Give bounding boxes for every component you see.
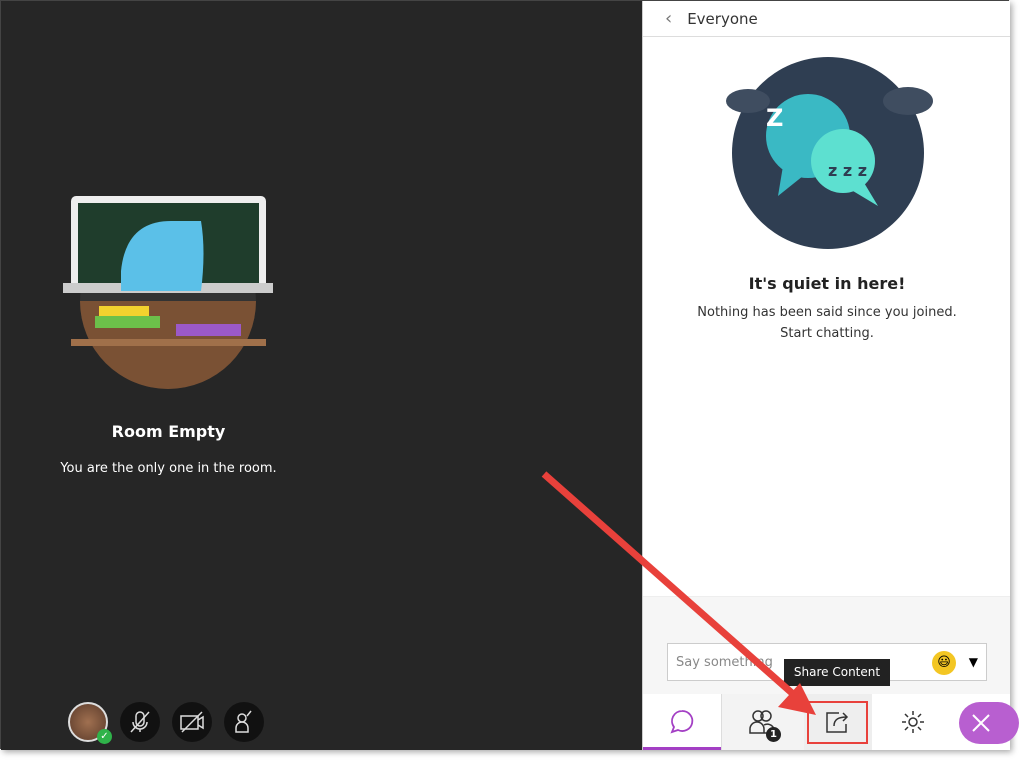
annotation-arrow [541, 471, 816, 715]
app-window: Room Empty You are the only one in the r… [0, 0, 1019, 750]
